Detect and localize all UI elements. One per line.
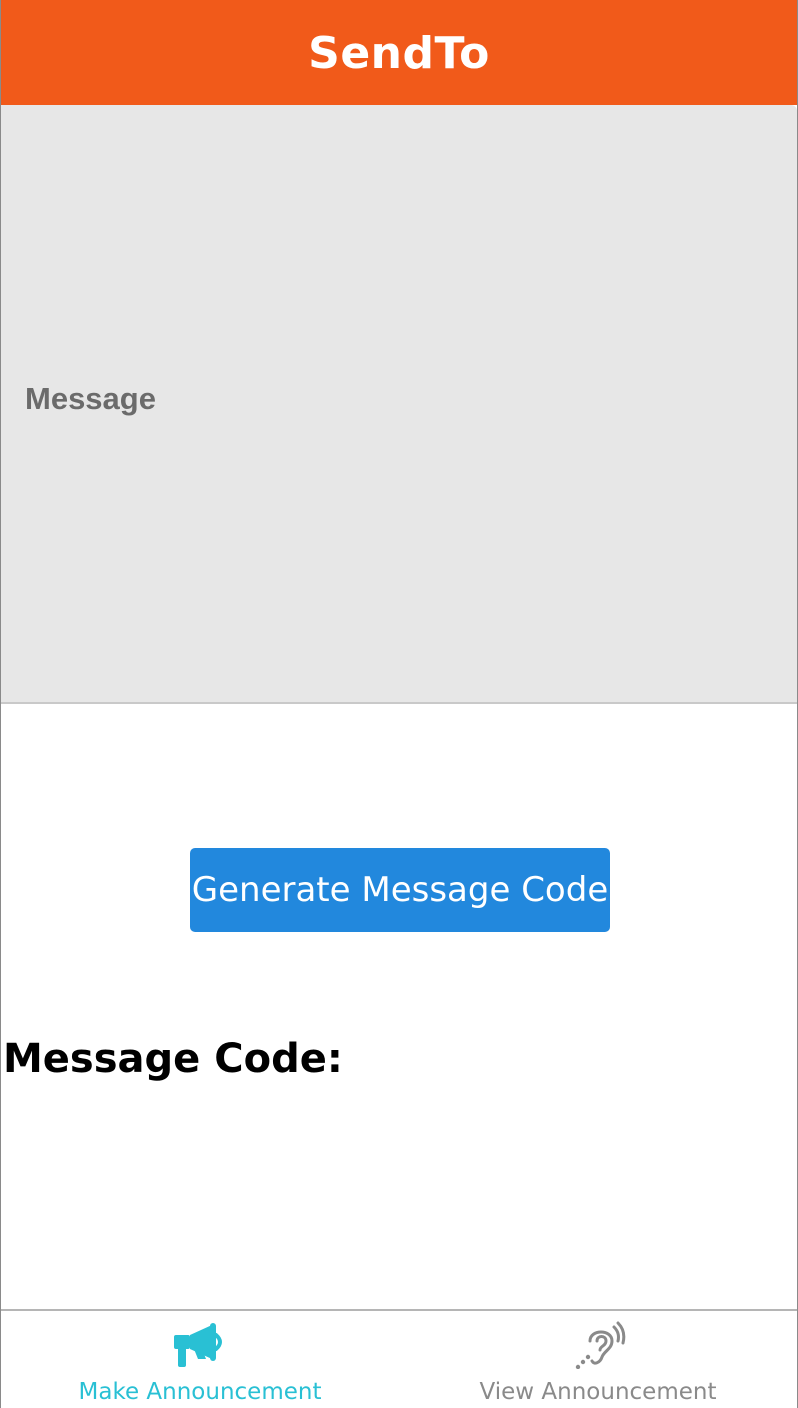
tab-label: Make Announcement: [78, 1379, 322, 1405]
app-title: SendTo: [308, 28, 490, 79]
tab-label: View Announcement: [479, 1379, 717, 1405]
bottom-nav: Make Announcement View Announcement: [1, 1309, 797, 1408]
tab-view-announcement[interactable]: View Announcement: [399, 1311, 797, 1408]
megaphone-icon: [174, 1323, 222, 1367]
message-area: [1, 105, 797, 704]
generate-message-code-button[interactable]: Generate Message Code: [190, 848, 610, 932]
app-header: SendTo: [1, 0, 797, 105]
tab-make-announcement[interactable]: Make Announcement: [1, 1311, 399, 1408]
hearing-icon: [575, 1321, 626, 1369]
message-input[interactable]: [1, 105, 797, 702]
app-window: SendTo Generate Message Code Message Cod…: [0, 0, 798, 1408]
message-code-label: Message Code:: [3, 1036, 343, 1082]
